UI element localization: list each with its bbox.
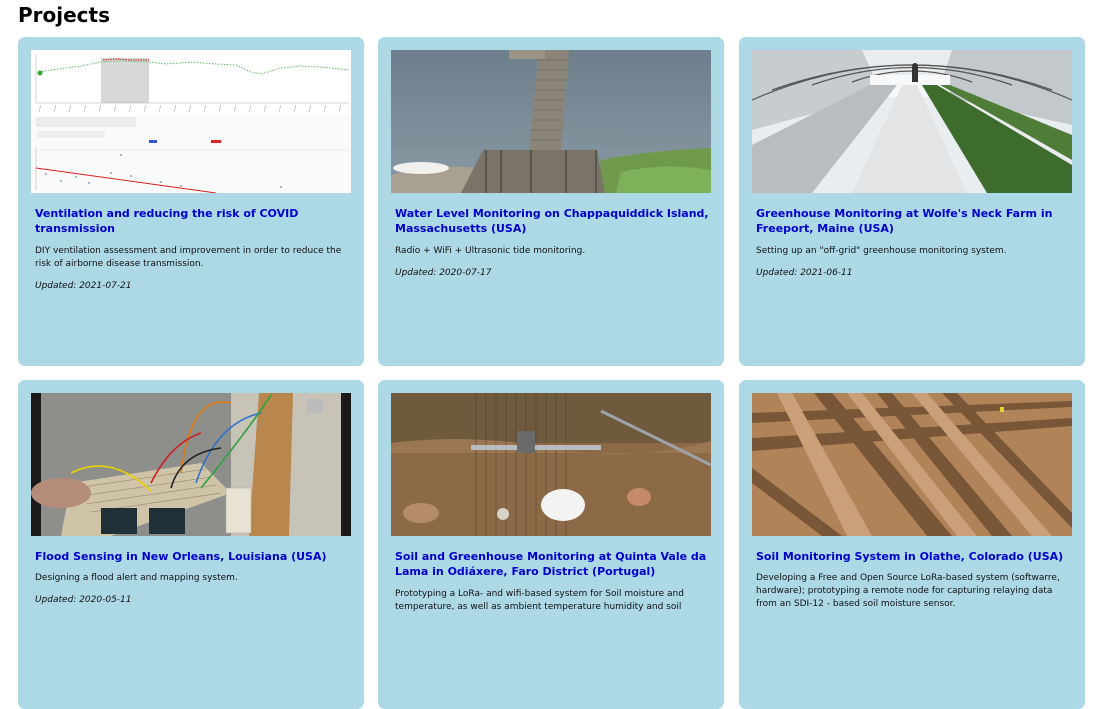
project-description: Developing a Free and Open Source LoRa-b… — [756, 573, 1060, 609]
project-title-link[interactable]: Soil and Greenhouse Monitoring at Quinta… — [395, 549, 713, 579]
breadboard-circuit-image[interactable] — [31, 393, 351, 536]
project-title-link[interactable]: Ventilation and reducing the risk of COV… — [35, 206, 353, 236]
project-description: Setting up an "off-grid" greenhouse moni… — [756, 246, 1007, 256]
page-title: Projects — [18, 3, 111, 27]
field-sensor-image[interactable] — [391, 393, 711, 536]
plowed-field-image[interactable] — [752, 393, 1072, 536]
project-card[interactable]: Flood Sensing in New Orleans, Louisiana … — [18, 380, 364, 709]
project-updated-date: Updated: 2021-07-21 — [35, 281, 132, 291]
project-description: DIY ventilation assessment and improveme… — [35, 246, 342, 269]
project-description: Prototyping a LoRa- and wifi-based syste… — [395, 589, 684, 612]
ventilation-chart-image[interactable] — [31, 50, 351, 193]
dock-water-image[interactable] — [391, 50, 711, 193]
project-updated-date: Updated: 2020-07-17 — [395, 268, 492, 278]
project-title-link[interactable]: Greenhouse Monitoring at Wolfe's Neck Fa… — [756, 206, 1074, 236]
project-card[interactable]: Soil and Greenhouse Monitoring at Quinta… — [378, 380, 724, 709]
project-card[interactable]: Soil Monitoring System in Olathe, Colora… — [739, 380, 1085, 709]
project-description: Designing a flood alert and mapping syst… — [35, 573, 238, 583]
project-title-link[interactable]: Water Level Monitoring on Chappaquiddick… — [395, 206, 713, 236]
project-updated-date: Updated: 2021-06-11 — [756, 268, 853, 278]
greenhouse-image[interactable] — [752, 50, 1072, 193]
project-description: Radio + WiFi + Ultrasonic tide monitorin… — [395, 246, 586, 256]
project-title-link[interactable]: Soil Monitoring System in Olathe, Colora… — [756, 549, 1074, 564]
project-updated-date: Updated: 2020-05-11 — [35, 595, 132, 605]
project-card[interactable]: Ventilation and reducing the risk of COV… — [18, 37, 364, 366]
project-card[interactable]: Greenhouse Monitoring at Wolfe's Neck Fa… — [739, 37, 1085, 366]
project-title-link[interactable]: Flood Sensing in New Orleans, Louisiana … — [35, 549, 353, 564]
project-card[interactable]: Water Level Monitoring on Chappaquiddick… — [378, 37, 724, 366]
